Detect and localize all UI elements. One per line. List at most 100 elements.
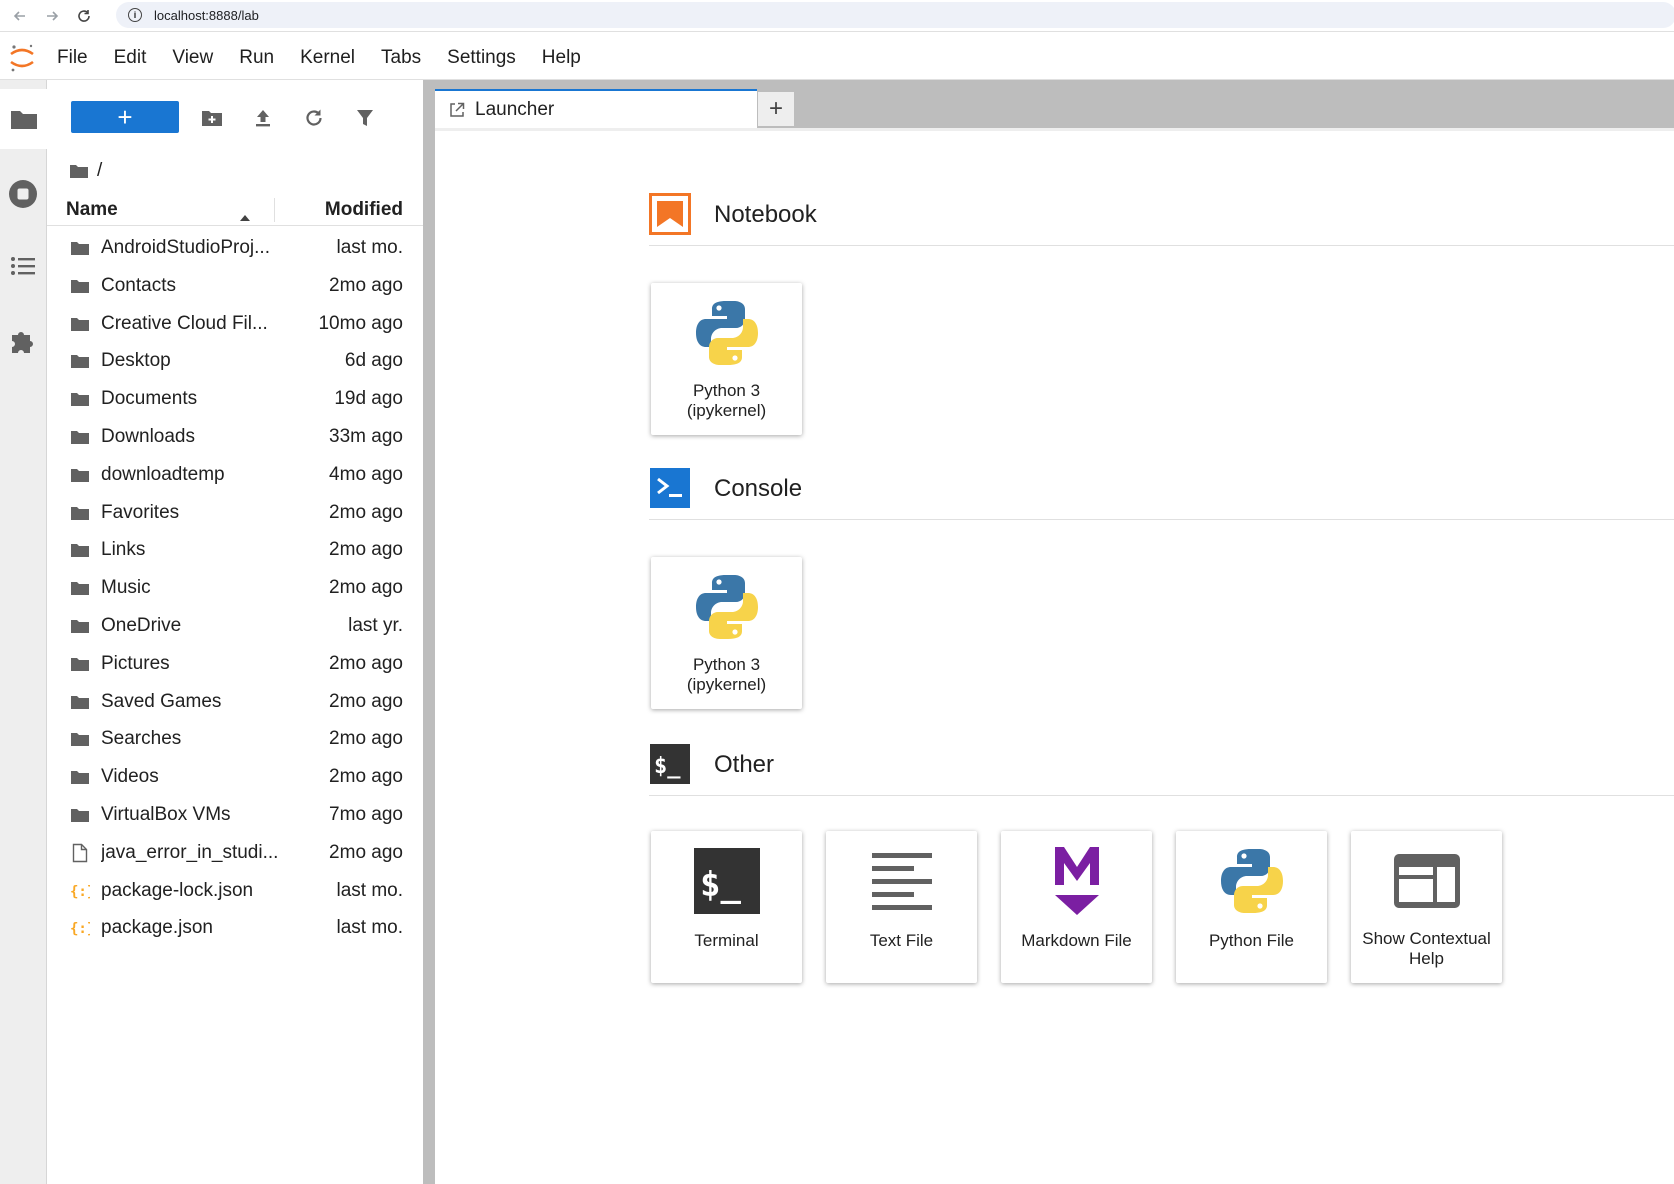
menu-edit[interactable]: Edit xyxy=(101,47,160,69)
card-label: Terminal xyxy=(694,931,759,950)
python-icon xyxy=(1176,841,1327,921)
file-row[interactable]: Downloads 33m ago xyxy=(47,419,423,457)
file-row[interactable]: java_error_in_studi... 2mo ago xyxy=(47,835,423,873)
file-row[interactable]: {:} package.json last mo. xyxy=(47,910,423,948)
launcher-card-terminal[interactable]: $_ Terminal xyxy=(651,831,802,983)
file-row[interactable]: OneDrive last yr. xyxy=(47,608,423,646)
json-file-icon: {:} xyxy=(69,918,91,938)
reload-icon[interactable] xyxy=(72,4,96,28)
section-title: Notebook xyxy=(714,201,817,228)
column-name-header[interactable]: Name xyxy=(66,199,118,221)
file-name: Creative Cloud Fil... xyxy=(101,312,268,334)
file-row[interactable]: Searches 2mo ago xyxy=(47,721,423,759)
card-label-line1: Python 3 xyxy=(692,655,761,674)
menu-help[interactable]: Help xyxy=(529,47,594,69)
new-launcher-button[interactable]: + xyxy=(71,101,179,133)
file-name: Desktop xyxy=(101,350,171,372)
filter-icon[interactable] xyxy=(352,105,378,131)
menu-kernel[interactable]: Kernel xyxy=(287,47,368,69)
file-modified: last mo. xyxy=(336,879,403,901)
tab-bar: Launcher + xyxy=(435,80,1674,128)
file-row[interactable]: Music 2mo ago xyxy=(47,570,423,608)
site-info-icon[interactable]: i xyxy=(128,8,142,22)
column-modified-header[interactable]: Modified xyxy=(325,199,403,221)
file-modified: 2mo ago xyxy=(329,577,403,599)
file-modified: 6d ago xyxy=(344,350,403,372)
menu-file[interactable]: File xyxy=(44,47,101,69)
folder-icon xyxy=(69,654,91,674)
svg-text:{:}: {:} xyxy=(70,884,90,900)
file-row[interactable]: VirtualBox VMs 7mo ago xyxy=(47,797,423,835)
file-modified: 19d ago xyxy=(334,388,403,410)
svg-text:{:}: {:} xyxy=(70,921,90,937)
tab-launcher[interactable]: Launcher xyxy=(435,89,757,128)
file-row[interactable]: Contacts 2mo ago xyxy=(47,268,423,306)
file-row[interactable]: Saved Games 2mo ago xyxy=(47,684,423,722)
running-sessions-icon[interactable] xyxy=(0,174,46,214)
launcher-card-python-file[interactable]: Python File xyxy=(1176,831,1327,983)
file-row[interactable]: Links 2mo ago xyxy=(47,532,423,570)
file-browser-panel: + / Name Modified AndroidStudioProj... la… xyxy=(47,80,423,1184)
file-row[interactable]: Creative Cloud Fil... 10mo ago xyxy=(47,306,423,344)
file-row[interactable]: Videos 2mo ago xyxy=(47,759,423,797)
card-label: Python 3 (ipykernel) xyxy=(655,381,798,421)
file-name: Downloads xyxy=(101,425,195,447)
file-modified: 2mo ago xyxy=(329,728,403,750)
file-modified: 10mo ago xyxy=(318,312,403,334)
file-name: package-lock.json xyxy=(101,879,254,901)
extension-manager-icon[interactable] xyxy=(0,320,46,360)
panel-splitter[interactable] xyxy=(423,80,435,1184)
sort-ascending-icon[interactable] xyxy=(239,206,251,228)
file-row[interactable]: AndroidStudioProj... last mo. xyxy=(47,230,423,268)
new-folder-icon[interactable] xyxy=(199,105,225,131)
folder-icon xyxy=(69,427,91,447)
launcher-card-console-python3[interactable]: Python 3 (ipykernel) xyxy=(651,557,802,709)
file-modified: 2mo ago xyxy=(329,274,403,296)
refresh-icon[interactable] xyxy=(301,105,327,131)
file-name: Contacts xyxy=(101,274,176,296)
menu-run[interactable]: Run xyxy=(226,47,287,69)
tab-bar-underline xyxy=(435,128,1674,131)
address-bar[interactable]: i localhost:8888/lab xyxy=(116,2,1674,28)
file-name: Saved Games xyxy=(101,690,222,712)
folder-icon xyxy=(69,616,91,636)
menu-tabs[interactable]: Tabs xyxy=(368,47,434,69)
back-icon[interactable] xyxy=(8,4,32,28)
menu-settings[interactable]: Settings xyxy=(434,47,529,69)
terminal-icon: $_ xyxy=(651,841,802,921)
launcher-card-notebook-python3[interactable]: Python 3 (ipykernel) xyxy=(651,283,802,435)
launcher-card-contextual-help[interactable]: Show Contextual Help xyxy=(1351,831,1502,983)
folder-icon xyxy=(69,805,91,825)
launcher-card-markdown-file[interactable]: Markdown File xyxy=(1001,831,1152,983)
forward-icon[interactable] xyxy=(40,4,64,28)
folder-icon xyxy=(69,578,91,598)
breadcrumb[interactable]: / xyxy=(69,156,102,186)
card-label: Show Contextual Help xyxy=(1362,929,1491,968)
file-browser-tab-icon[interactable] xyxy=(0,89,47,149)
upload-icon[interactable] xyxy=(250,105,276,131)
launcher-card-text-file[interactable]: Text File xyxy=(826,831,977,983)
file-row[interactable]: {:} package-lock.json last mo. xyxy=(47,873,423,911)
text-file-icon xyxy=(826,841,977,921)
card-label: Markdown File xyxy=(1021,931,1132,950)
file-row[interactable]: Favorites 2mo ago xyxy=(47,495,423,533)
menu-view[interactable]: View xyxy=(159,47,226,69)
launch-icon xyxy=(449,102,465,118)
file-row[interactable]: Pictures 2mo ago xyxy=(47,646,423,684)
folder-icon xyxy=(69,767,91,787)
file-icon xyxy=(69,843,91,863)
file-modified: 2mo ago xyxy=(329,690,403,712)
section-notebook: Notebook xyxy=(649,186,1674,246)
table-of-contents-icon[interactable] xyxy=(0,246,46,286)
file-row[interactable]: Desktop 6d ago xyxy=(47,343,423,381)
card-label: Text File xyxy=(869,931,934,950)
column-divider[interactable] xyxy=(274,198,275,222)
console-section-icon xyxy=(649,467,691,509)
folder-icon xyxy=(69,351,91,371)
file-row[interactable]: Documents 19d ago xyxy=(47,381,423,419)
breadcrumb-root[interactable]: / xyxy=(97,160,102,182)
svg-text:$_: $_ xyxy=(700,865,741,905)
file-row[interactable]: downloadtemp 4mo ago xyxy=(47,457,423,495)
file-name: Music xyxy=(101,577,151,599)
new-tab-button[interactable]: + xyxy=(757,91,795,127)
